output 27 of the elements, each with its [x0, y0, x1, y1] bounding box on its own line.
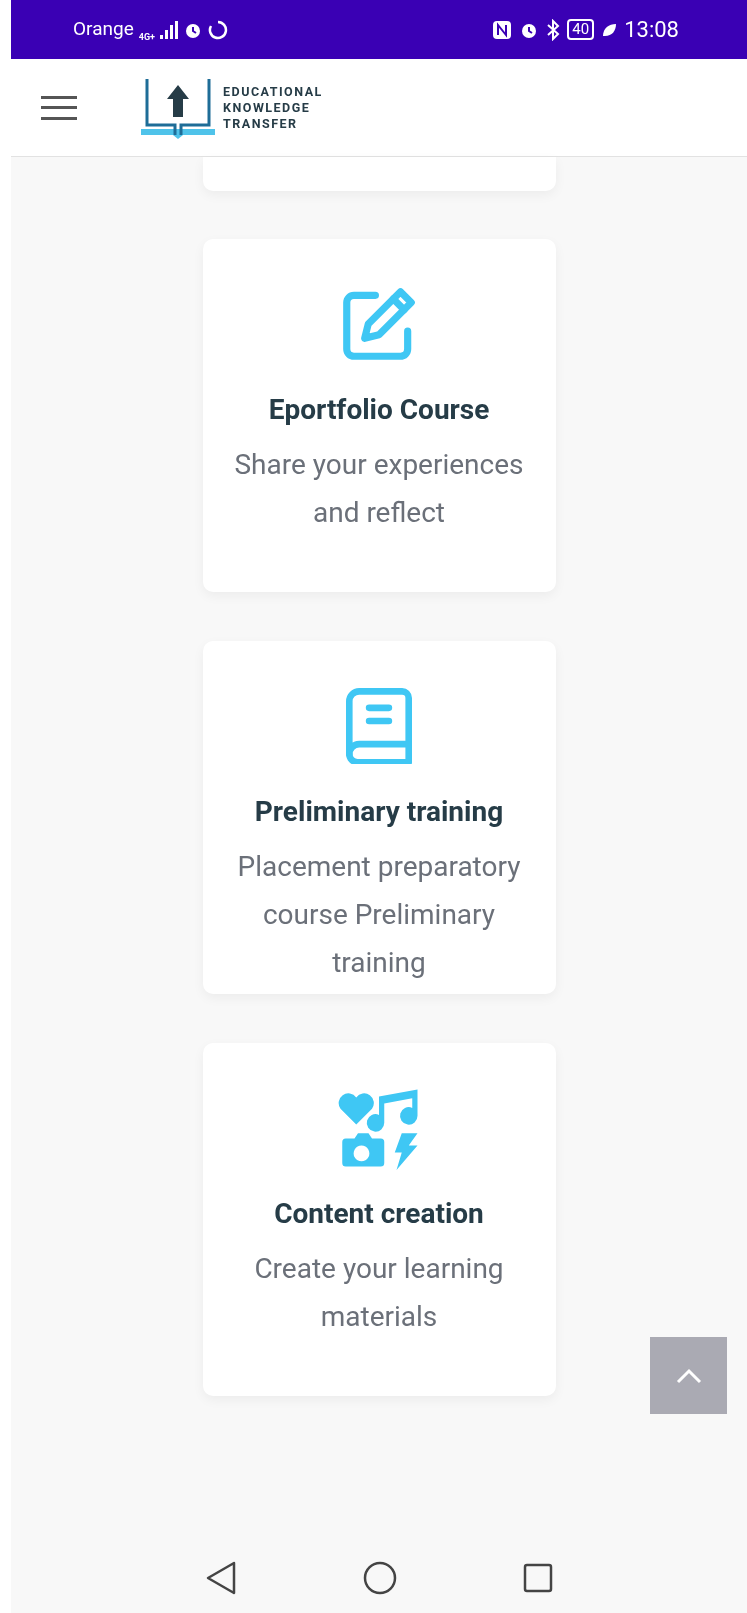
card[interactable]: Content creation Create your learning materials [202, 1043, 556, 1396]
logo-text: EDUCATIONAL [223, 83, 323, 100]
nfc-icon [492, 19, 513, 40]
bluetooth-icon [546, 18, 561, 41]
logo-text: TRANSFER [223, 115, 299, 132]
battery-indicator: 40 [567, 19, 595, 40]
card-title: Eportfolio Course [268, 393, 490, 427]
card-title: Content creation [274, 1197, 484, 1231]
logo-text: KNOWLEDGE [223, 99, 312, 116]
card[interactable]: Eportfolio Course Share your experiences and reflect [202, 239, 556, 592]
network-label: 4G+ [138, 30, 155, 44]
back-icon[interactable] [205, 1561, 237, 1595]
recent-apps-icon[interactable] [523, 1563, 553, 1593]
book-icon [346, 688, 412, 764]
card-description: Share your experiences and reflect [233, 447, 525, 531]
book-arrow-logo-icon [139, 76, 217, 139]
chevron-up-icon [675, 1367, 702, 1384]
card-description: Create your learning materials [253, 1251, 505, 1335]
card-description: Placement preparatory course Preliminary training [236, 849, 522, 981]
home-icon[interactable] [363, 1561, 397, 1595]
signal-icon [159, 20, 178, 39]
clock-time: 13:08 [624, 16, 679, 44]
menu-button[interactable] [41, 95, 77, 120]
card[interactable]: Preliminary training Placement preparatory course Preliminary training [202, 641, 556, 994]
carrier-label: Orange [73, 16, 134, 43]
card-title: Preliminary training [254, 795, 504, 829]
leaf-icon [601, 21, 618, 38]
